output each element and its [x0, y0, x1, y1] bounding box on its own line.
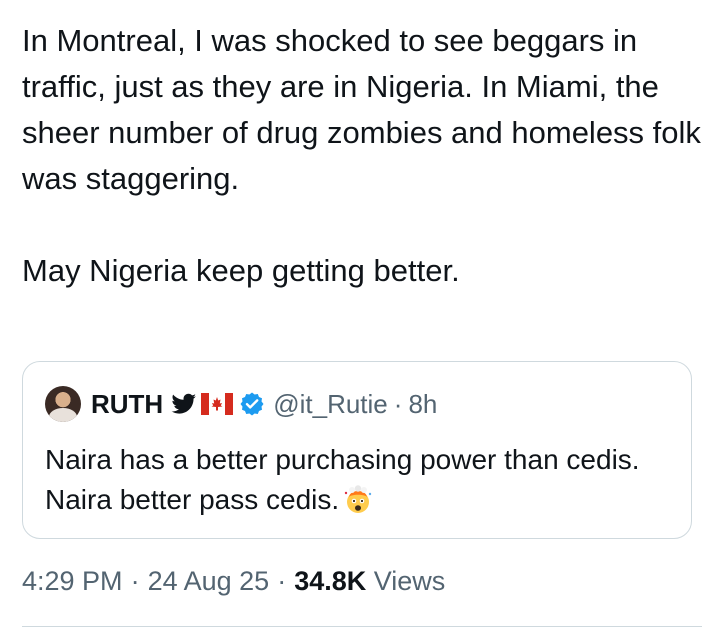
- views-count: 34.8K: [294, 566, 367, 596]
- tweet-paragraph-1: In Montreal, I was shocked to see beggar…: [22, 23, 701, 196]
- meta-separator: ·: [130, 566, 140, 596]
- verified-icon: [239, 391, 265, 417]
- tweet-time[interactable]: 4:29 PM: [22, 566, 123, 596]
- divider: [22, 626, 702, 627]
- exploding-head-emoji-icon: [343, 485, 373, 515]
- quoted-author-handle[interactable]: @it_Rutie: [273, 389, 388, 420]
- tweet-meta-row: 4:29 PM · 24 Aug 25 · 34.8K Views: [22, 566, 445, 597]
- tweet-date[interactable]: 24 Aug 25: [148, 566, 270, 596]
- canada-flag-icon: [201, 393, 234, 415]
- avatar[interactable]: [45, 386, 81, 422]
- quoted-tweet-header: RUTH @it_Rutie · 8h: [45, 386, 437, 422]
- quoted-tweet-card[interactable]: RUTH @it_Rutie · 8h Naira has a better p…: [22, 361, 692, 539]
- tweet-text: In Montreal, I was shocked to see beggar…: [22, 18, 702, 294]
- quoted-tweet-time[interactable]: 8h: [408, 389, 437, 420]
- quoted-tweet-text: Naira has a better purchasing power than…: [45, 440, 675, 520]
- meta-separator: ·: [277, 566, 287, 596]
- bird-icon: [171, 393, 197, 415]
- tweet-paragraph-2: May Nigeria keep getting better.: [22, 253, 460, 288]
- quoted-author-name[interactable]: RUTH: [91, 389, 163, 420]
- header-separator: ·: [393, 388, 403, 419]
- views-label: Views: [373, 566, 446, 596]
